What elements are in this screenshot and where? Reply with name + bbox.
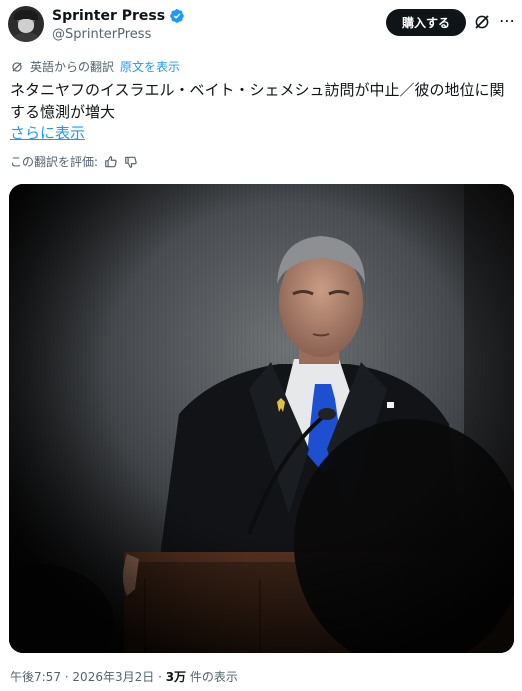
author-name-row: Sprinter Press [52, 7, 185, 25]
post-date[interactable]: 2026年3月2日 [72, 670, 154, 684]
show-original-link[interactable]: 原文を表示 [120, 59, 180, 75]
post-meta: 午後7:57 · 2026年3月2日 · 3万 件の表示 [10, 669, 238, 685]
photo-illustration [9, 184, 514, 653]
post-card: Sprinter Press @SprinterPress 購入する ⋯ 英語か… [0, 0, 522, 691]
show-more-link[interactable]: さらに表示 [10, 122, 85, 144]
avatar[interactable] [8, 6, 44, 42]
post-time[interactable]: 午後7:57 [10, 670, 61, 684]
verified-badge-icon [170, 9, 184, 23]
rate-translation-label: この翻訳を評価: [10, 155, 99, 169]
views-count: 3万 [165, 670, 187, 684]
views-label: 件の表示 [189, 670, 238, 684]
display-name[interactable]: Sprinter Press [52, 7, 165, 25]
rate-translation-row: この翻訳を評価: [10, 154, 138, 170]
thumbs-down-icon[interactable] [124, 155, 138, 169]
translation-row: 英語からの翻訳 原文を表示 [10, 59, 180, 75]
translate-icon [12, 62, 22, 72]
author-handle[interactable]: @SprinterPress [52, 27, 151, 43]
more-icon[interactable]: ⋯ [497, 11, 517, 31]
meta-separator: · [158, 670, 166, 684]
post-text: ネタニヤフのイスラエル・ベイト・シェメシュ訪問が中止／彼の地位に関する憶測が増大 [10, 81, 505, 121]
thumbs-up-icon[interactable] [104, 155, 118, 169]
buy-button[interactable]: 購入する [386, 9, 466, 36]
translation-label: 英語からの翻訳 [30, 60, 115, 74]
post-photo[interactable] [9, 184, 514, 653]
grok-icon[interactable] [473, 13, 491, 31]
